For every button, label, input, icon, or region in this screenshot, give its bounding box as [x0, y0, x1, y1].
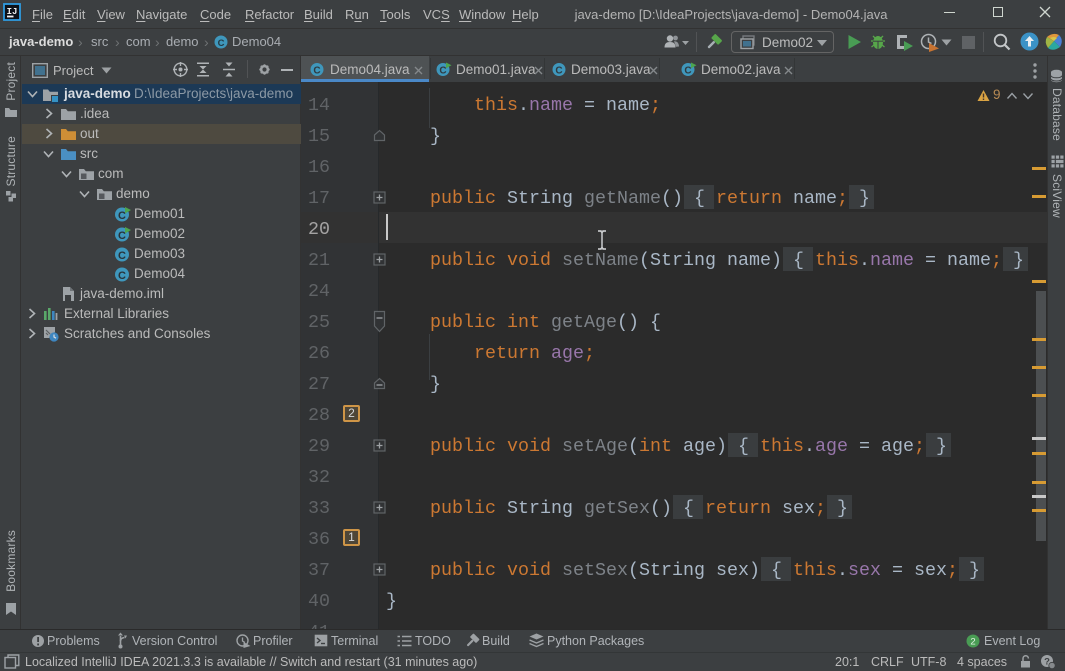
svg-text:C: C	[118, 270, 126, 282]
svg-text:C: C	[555, 66, 562, 77]
svg-text:C: C	[313, 66, 320, 77]
svg-text:C: C	[218, 38, 225, 49]
svg-text:C: C	[439, 66, 446, 77]
svg-text:C: C	[118, 250, 126, 262]
svg-text:2: 2	[970, 637, 975, 648]
svg-text:C: C	[684, 66, 691, 77]
svg-text:C: C	[118, 210, 126, 222]
svg-text:IJ: IJ	[7, 7, 18, 17]
svg-text:C: C	[118, 230, 126, 242]
